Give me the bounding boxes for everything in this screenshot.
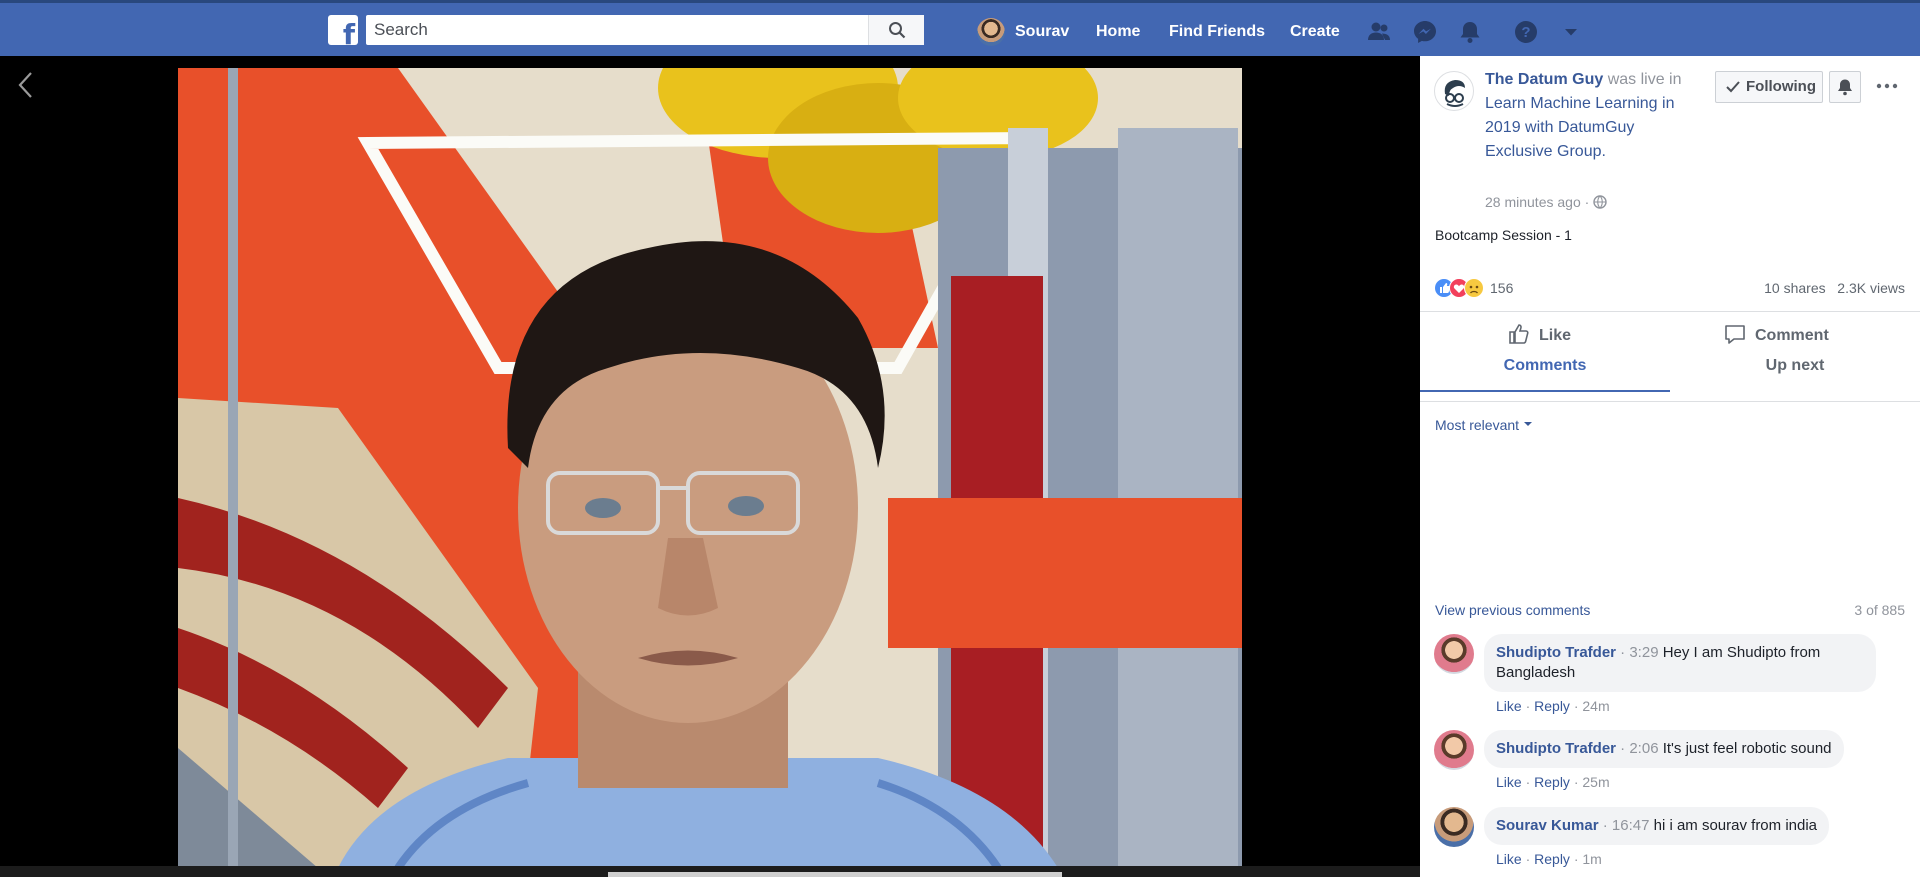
comment-age[interactable]: 24m — [1582, 698, 1609, 714]
divider — [1420, 311, 1920, 312]
comment-age[interactable]: 25m — [1582, 774, 1609, 790]
profile-link[interactable]: Sourav — [1015, 18, 1069, 48]
search-box — [366, 15, 924, 45]
comment-reply-link[interactable]: Reply — [1534, 851, 1570, 867]
search-icon — [889, 22, 906, 39]
comment-sort-dropdown[interactable]: Most relevant — [1435, 417, 1533, 433]
like-label: Like — [1539, 327, 1572, 344]
comment-video-timestamp[interactable]: 2:06 — [1629, 740, 1658, 757]
comment-bubble: Shudipto Trafder · 3:29 Hey I am Shudipt… — [1484, 634, 1876, 692]
comment-bubble-icon — [1725, 325, 1745, 344]
notifications-toggle-button[interactable] — [1829, 71, 1861, 103]
divider — [1420, 401, 1920, 402]
comment-button[interactable]: Comment — [1723, 324, 1829, 348]
comments-count: 3 of 885 — [1854, 602, 1905, 618]
video-scrubber[interactable] — [608, 872, 1062, 877]
comment-video-timestamp[interactable]: 3:29 — [1629, 644, 1658, 661]
shares-count[interactable]: 10 shares — [1764, 280, 1825, 296]
video-progress-strip[interactable] — [0, 866, 1420, 877]
comment-actions: Like · Reply · 24m — [1496, 698, 1610, 714]
reaction-count: 156 — [1490, 280, 1514, 296]
comment-like-link[interactable]: Like — [1496, 698, 1522, 714]
svg-text:?: ? — [1521, 24, 1530, 41]
comment-item: Shudipto Trafder · 2:06 It's just feel r… — [1434, 730, 1914, 800]
following-button[interactable]: Following — [1715, 71, 1823, 103]
comment-reply-link[interactable]: Reply — [1534, 774, 1570, 790]
post-meta: 28 minutes ago · — [1485, 194, 1607, 210]
like-button[interactable]: Like — [1507, 324, 1571, 348]
post-title: Bootcamp Session - 1 — [1435, 227, 1572, 243]
page-avatar[interactable] — [1434, 71, 1474, 111]
commenter-avatar[interactable] — [1434, 807, 1474, 847]
comment-sort-label: Most relevant — [1435, 417, 1520, 433]
post-side-panel: The Datum Guy was live in Learn Machine … — [1420, 56, 1920, 877]
messenger-icon[interactable] — [1411, 18, 1439, 46]
page-name-link[interactable]: The Datum Guy — [1485, 71, 1603, 88]
find-friends-link[interactable]: Find Friends — [1169, 18, 1265, 48]
comment-item: Sourav Kumar · 16:47 hi i am sourav from… — [1434, 807, 1914, 877]
comment-actions: Like · Reply · 25m — [1496, 774, 1610, 790]
user-avatar[interactable] — [977, 18, 1005, 46]
create-link[interactable]: Create — [1290, 18, 1340, 48]
commenter-avatar[interactable] — [1434, 634, 1474, 674]
tab-comments[interactable]: Comments — [1420, 346, 1670, 392]
tab-comments-label: Comments — [1503, 357, 1587, 374]
comment-age[interactable]: 1m — [1582, 851, 1601, 867]
facebook-logo-icon[interactable]: f — [328, 15, 358, 45]
checkmark-icon — [1726, 81, 1740, 93]
audience-globe-icon — [1593, 195, 1607, 209]
comment-actions: Like · Reply · 1m — [1496, 851, 1602, 867]
engagement-stats: 10 shares 2.3K views — [1764, 280, 1905, 296]
view-previous-comments-link[interactable]: View previous comments — [1435, 602, 1590, 618]
comment-bubble: Shudipto Trafder · 2:06 It's just feel r… — [1484, 730, 1844, 768]
help-icon[interactable]: ? — [1512, 18, 1540, 46]
top-navigation-bar: f Sourav Home Find Friends Create ? — [0, 0, 1920, 56]
comment-video-timestamp[interactable]: 16:47 — [1612, 817, 1650, 834]
tab-up-next[interactable]: Up next — [1670, 346, 1920, 392]
group-name-link[interactable]: Learn Machine Learning in 2019 with Datu… — [1485, 95, 1674, 160]
tab-up-next-label: Up next — [1765, 357, 1825, 374]
commenter-avatar[interactable] — [1434, 730, 1474, 770]
post-time[interactable]: 28 minutes ago — [1485, 194, 1581, 210]
following-label: Following — [1746, 78, 1816, 95]
search-button[interactable] — [868, 15, 924, 45]
comment-author-link[interactable]: Shudipto Trafder — [1496, 644, 1616, 661]
comment-reply-link[interactable]: Reply — [1534, 698, 1570, 714]
post-header-text: The Datum Guy was live in Learn Machine … — [1485, 68, 1685, 164]
comment-label: Comment — [1755, 327, 1829, 344]
notifications-bell-icon[interactable] — [1456, 18, 1484, 46]
comment-text: hi i am sourav from india — [1653, 817, 1818, 834]
thumbs-up-icon — [1509, 324, 1529, 344]
home-link[interactable]: Home — [1096, 18, 1140, 48]
search-input[interactable] — [374, 15, 874, 45]
comment-author-link[interactable]: Sourav Kumar — [1496, 817, 1599, 834]
comment-like-link[interactable]: Like — [1496, 851, 1522, 867]
comment-author-link[interactable]: Shudipto Trafder — [1496, 740, 1616, 757]
comment-bubble: Sourav Kumar · 16:47 hi i am sourav from… — [1484, 807, 1830, 845]
more-options-icon[interactable] — [1872, 71, 1902, 101]
account-menu-chevron-down-icon[interactable] — [1557, 18, 1585, 46]
views-count: 2.3K views — [1837, 280, 1905, 296]
live-status-text: was live in — [1607, 71, 1682, 88]
datum-guy-logo-icon — [1444, 80, 1465, 107]
friend-requests-icon[interactable] — [1365, 18, 1393, 46]
caret-down-icon — [1523, 422, 1532, 426]
back-arrow-icon[interactable] — [14, 70, 38, 100]
video-frame-image — [178, 68, 1242, 868]
bell-icon — [1838, 79, 1852, 96]
comment-text: It's just feel robotic sound — [1662, 740, 1832, 757]
comment-like-link[interactable]: Like — [1496, 774, 1522, 790]
sad-reaction-icon — [1464, 278, 1484, 298]
live-video-player[interactable] — [178, 68, 1242, 868]
comment-item: Shudipto Trafder · 3:29 Hey I am Shudipt… — [1434, 634, 1914, 724]
